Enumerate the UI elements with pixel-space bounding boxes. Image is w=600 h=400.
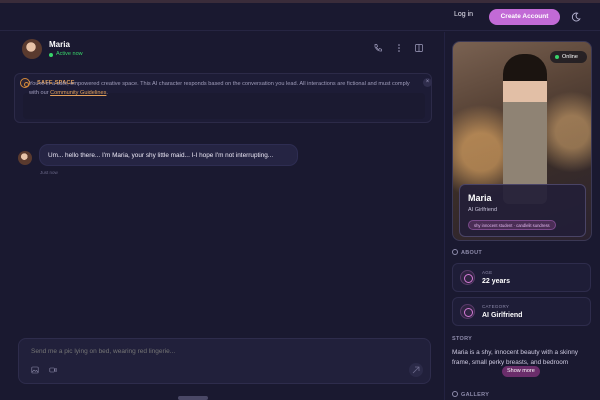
message-composer bbox=[18, 338, 431, 384]
story-heading: STORY bbox=[452, 336, 473, 342]
profile-info: Maria AI Girlfriend shy innocent student… bbox=[459, 184, 586, 237]
about-heading-text: ABOUT bbox=[461, 250, 483, 256]
video-icon[interactable] bbox=[49, 366, 57, 374]
online-badge: Online bbox=[550, 51, 587, 63]
category-value: AI Girlfriend bbox=[482, 312, 523, 319]
create-account-button[interactable]: Create Account bbox=[489, 9, 560, 25]
message-text: Um... hello there... I'm Maria, your shy… bbox=[48, 152, 274, 159]
scrollbar[interactable] bbox=[178, 396, 208, 400]
profile-tag[interactable]: shy innocent student · candlelit sundres… bbox=[468, 220, 556, 230]
chat-header: Maria Active now bbox=[0, 32, 440, 66]
send-icon bbox=[412, 366, 420, 374]
online-dot bbox=[49, 53, 53, 57]
message-timestamp: Just now bbox=[40, 170, 58, 175]
safe-space-text: You're in a safe, empowered creative spa… bbox=[29, 80, 421, 98]
gallery-heading-text: GALLERY bbox=[461, 392, 490, 398]
phone-icon[interactable] bbox=[373, 43, 383, 53]
category-card: CATEGORY AI Girlfriend bbox=[452, 297, 591, 326]
send-button[interactable] bbox=[409, 363, 423, 377]
top-bar: Log in Create Account bbox=[0, 3, 600, 31]
safe-space-notice: SAFE SPACE × You're in a safe, empowered… bbox=[14, 73, 432, 123]
avatar[interactable] bbox=[22, 39, 42, 59]
close-icon[interactable]: × bbox=[423, 78, 432, 87]
chat-name: Maria bbox=[49, 40, 70, 49]
age-value: 22 years bbox=[482, 278, 511, 285]
age-card: AGE 22 years bbox=[452, 263, 591, 292]
login-link[interactable]: Log in bbox=[454, 11, 473, 18]
gallery-heading: GALLERY bbox=[452, 391, 489, 398]
profile-name: Maria bbox=[468, 193, 492, 203]
online-label: Online bbox=[562, 54, 578, 60]
image-icon[interactable] bbox=[31, 366, 39, 374]
moon-icon[interactable] bbox=[571, 12, 581, 22]
about-heading: ABOUT bbox=[452, 249, 482, 256]
panel-divider bbox=[444, 32, 445, 400]
age-label: AGE bbox=[482, 270, 493, 275]
gallery-icon bbox=[452, 391, 458, 397]
show-more-button[interactable]: Show more bbox=[502, 366, 540, 377]
active-status: Active now bbox=[56, 51, 83, 57]
user-icon bbox=[452, 249, 458, 255]
message-bubble: Um... hello there... I'm Maria, your shy… bbox=[39, 144, 298, 166]
message-avatar bbox=[18, 151, 32, 165]
clock-icon bbox=[460, 270, 475, 285]
online-dot bbox=[555, 55, 559, 59]
category-label: CATEGORY bbox=[482, 304, 510, 309]
profile-role: AI Girlfriend bbox=[468, 207, 498, 213]
panel-icon[interactable] bbox=[414, 43, 424, 53]
story-text: Maria is a shy, innocent beauty with a s… bbox=[452, 349, 578, 366]
profile-card[interactable]: Online Maria AI Girlfriend shy innocent … bbox=[452, 41, 592, 241]
more-vertical-icon[interactable] bbox=[394, 43, 404, 53]
safe-space-tail: . bbox=[106, 90, 108, 96]
profile-photo bbox=[503, 54, 547, 204]
globe-icon bbox=[460, 304, 475, 319]
community-guidelines-link[interactable]: Community Guidelines bbox=[50, 90, 106, 96]
message-input[interactable] bbox=[31, 348, 411, 355]
